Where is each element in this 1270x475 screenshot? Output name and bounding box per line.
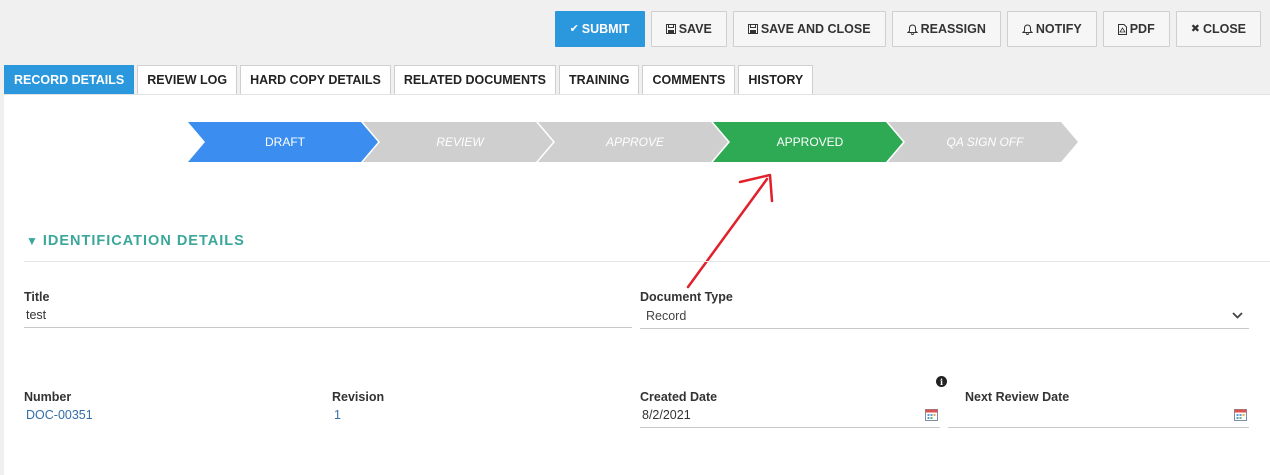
reassign-button[interactable]: REASSIGN: [891, 11, 1001, 47]
revision-field: Revision 1: [332, 390, 622, 435]
number-value: DOC-00351: [26, 408, 93, 422]
tab-bar: RECORD DETAILS REVIEW LOG HARD COPY DETA…: [4, 65, 814, 94]
tab-record-details[interactable]: RECORD DETAILS: [4, 65, 135, 94]
section-divider: [24, 261, 1270, 262]
number-field: Number DOC-00351: [24, 390, 314, 435]
tab-comments[interactable]: COMMENTS: [642, 65, 736, 94]
tab-related-documents[interactable]: RELATED DOCUMENTS: [393, 65, 557, 94]
record-details-panel: DRAFT REVIEW APPROVE APPROVED QA SIGN OF…: [4, 94, 1270, 475]
tab-review-log[interactable]: REVIEW LOG: [137, 65, 238, 94]
info-icon[interactable]: i: [936, 376, 947, 387]
created-date-field: Created Date 8/2/2021: [640, 390, 940, 435]
workflow-step-review: REVIEW: [363, 122, 553, 162]
workflow-step-draft: DRAFT: [188, 122, 378, 162]
bell-icon: [1021, 23, 1033, 35]
title-input[interactable]: test: [24, 302, 632, 328]
toolbar: ✔ SUBMIT SAVE SAVE AND CLOSE REASSIGN NO…: [554, 11, 1261, 47]
tab-hard-copy-details[interactable]: HARD COPY DETAILS: [240, 65, 391, 94]
chevron-down-icon: [1232, 312, 1243, 319]
calendar-icon[interactable]: [1234, 408, 1247, 421]
submit-button[interactable]: ✔ SUBMIT: [554, 11, 645, 47]
caret-down-icon: ▼: [26, 234, 39, 248]
calendar-icon[interactable]: [925, 408, 938, 421]
save-button[interactable]: SAVE: [650, 11, 727, 47]
title-field: Title test: [24, 290, 632, 335]
next-review-date-input[interactable]: [948, 402, 1249, 428]
workflow-progress: DRAFT REVIEW APPROVE APPROVED QA SIGN OF…: [188, 122, 1078, 162]
floppy-disk-icon: [665, 24, 676, 34]
close-button[interactable]: ✖ CLOSE: [1175, 11, 1261, 47]
section-header-identification-details[interactable]: ▼ IDENTIFICATION DETAILS: [26, 233, 245, 249]
tab-history[interactable]: HISTORY: [738, 65, 814, 94]
close-icon: ✖: [1190, 22, 1200, 35]
check-icon: ✔: [569, 22, 579, 35]
workflow-step-approved: APPROVED: [713, 122, 903, 162]
workflow-step-qa-sign-off: QA SIGN OFF: [888, 122, 1078, 162]
floppy-disk-icon: [747, 24, 758, 34]
next-review-date-field: i Next Review Date: [936, 376, 1249, 435]
pdf-button[interactable]: PDF: [1102, 11, 1170, 47]
save-and-close-button[interactable]: SAVE AND CLOSE: [732, 11, 886, 47]
revision-value: 1: [334, 408, 341, 422]
bell-icon: [906, 23, 918, 35]
workflow-step-approve: APPROVE: [538, 122, 728, 162]
created-date-input[interactable]: 8/2/2021: [640, 402, 940, 428]
document-type-field: Document Type Record: [640, 290, 1249, 335]
document-type-select[interactable]: Record: [640, 303, 1249, 329]
notify-button[interactable]: NOTIFY: [1006, 11, 1097, 47]
tab-training[interactable]: TRAINING: [559, 65, 640, 94]
pdf-file-icon: [1117, 23, 1127, 35]
